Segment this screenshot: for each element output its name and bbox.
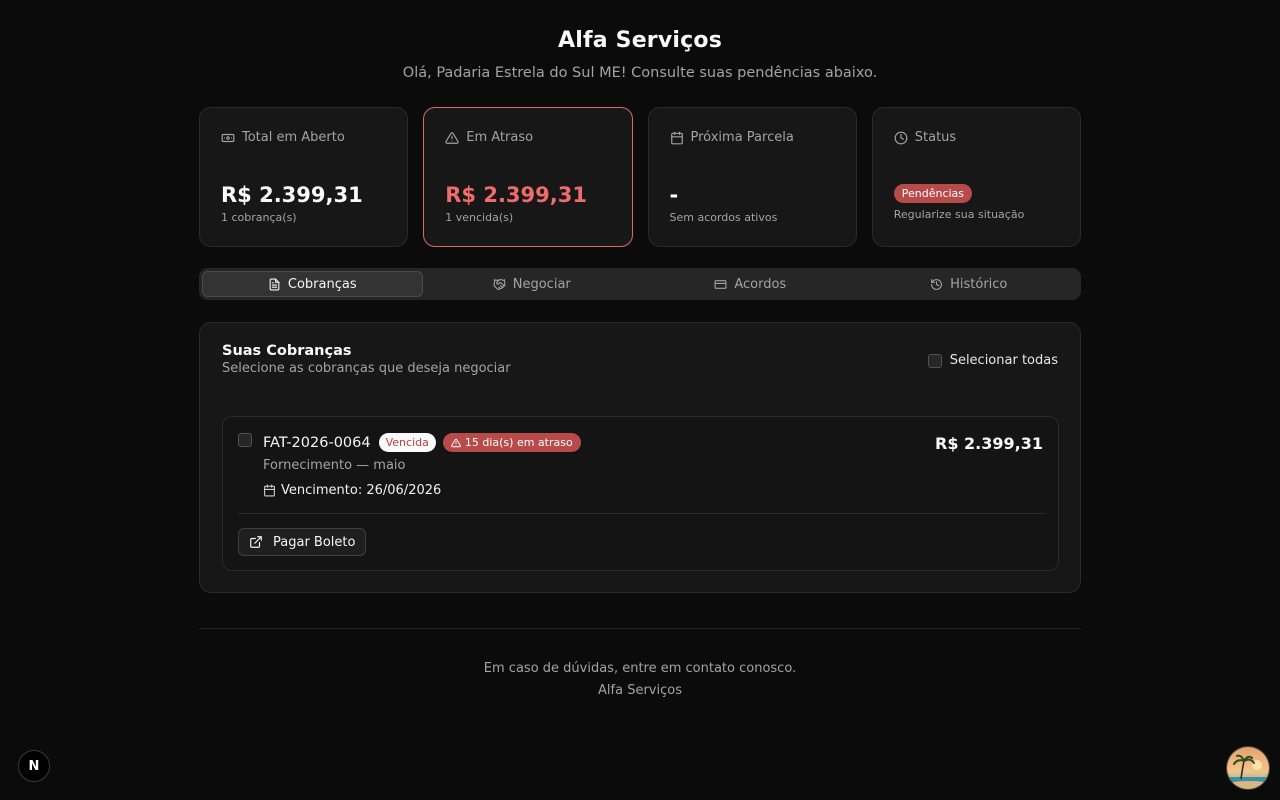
footer-divider [199, 628, 1081, 629]
page-subtitle: Olá, Padaria Estrela do Sul ME! Consulte… [402, 65, 878, 81]
pay-boleto-label: Pagar Boleto [273, 534, 356, 550]
tab-label: Negociar [512, 276, 571, 292]
charge-description: Fornecimento — maio [263, 458, 406, 473]
charge-item: FAT-2026-0064 Vencida 15 dia(s) em atras… [222, 416, 1059, 571]
summary-cards: Total em Aberto R$ 2.399,31 1 cobrança(s… [199, 107, 1081, 247]
money-icon [221, 133, 235, 142]
next-installment-sub: Sem acordos ativos [669, 211, 778, 224]
charge-due-text: Vencimento: 26/06/2026 [281, 483, 442, 498]
total-open-value: R$ 2.399,31 [221, 183, 363, 207]
clock-icon [894, 131, 908, 144]
select-all-label: Selecionar todas [949, 353, 1058, 368]
tab-cobrancas[interactable]: Cobranças [202, 271, 423, 297]
panel-subtitle: Selecione as cobranças que deseja negoci… [222, 361, 511, 376]
calendar-icon [670, 131, 683, 144]
charges-panel: Suas Cobranças Selecione as cobranças qu… [199, 322, 1081, 593]
total-open-label: Total em Aberto [242, 130, 345, 145]
overdue-sub: 1 vencida(s) [445, 211, 514, 224]
total-open-sub: 1 cobrança(s) [221, 211, 297, 224]
tab-bar: Cobranças Negociar Acordos Histórico [199, 268, 1081, 300]
select-all-toggle[interactable]: Selecionar todas [927, 353, 1058, 368]
select-all-checkbox[interactable] [927, 353, 942, 368]
status-badge: Pendências [893, 184, 973, 203]
status-card: Status Pendências Regularize sua situaçã… [871, 107, 1081, 247]
charge-checkbox[interactable] [238, 433, 252, 447]
footer: Em caso de dúvidas, entre em contato con… [0, 658, 1280, 702]
tab-label: Cobranças [287, 276, 357, 292]
next-installment-card: Próxima Parcela - Sem acordos ativos [647, 107, 857, 247]
tab-label: Histórico [950, 276, 1008, 292]
card-icon [714, 279, 727, 289]
status-label: Status [914, 130, 957, 145]
pay-boleto-button[interactable]: Pagar Boleto [238, 528, 367, 556]
tab-acordos[interactable]: Acordos [641, 271, 860, 297]
late-days-badge: 15 dia(s) em atraso [442, 433, 581, 452]
history-icon [931, 278, 942, 290]
status-sub: Regularize sua situação [893, 208, 1025, 221]
calendar-icon [264, 484, 275, 497]
overdue-label: Em Atraso [466, 130, 534, 145]
charge-due-date: Vencimento: 26/06/2026 [263, 483, 441, 498]
page-header: Alfa Serviços Olá, Padaria Estrela do Su… [0, 28, 1280, 81]
overdue-card: Em Atraso R$ 2.399,31 1 vencida(s) [423, 107, 633, 247]
tab-negociar[interactable]: Negociar [423, 271, 642, 297]
external-link-icon [250, 536, 262, 548]
charge-status-badge: Vencida [378, 433, 436, 452]
beach-avatar-icon [1227, 747, 1269, 789]
next-installment-label: Próxima Parcela [690, 130, 794, 145]
footer-company: Alfa Serviços [598, 683, 682, 698]
total-open-card: Total em Aberto R$ 2.399,31 1 cobrança(s… [199, 107, 409, 247]
late-days-text: 15 dia(s) em atraso [464, 436, 573, 449]
handshake-icon [493, 278, 506, 290]
overdue-value: R$ 2.399,31 [445, 183, 587, 207]
tab-historico[interactable]: Histórico [860, 271, 1079, 297]
avatar[interactable] [1226, 746, 1270, 790]
alert-triangle-icon [445, 131, 459, 144]
file-icon [269, 278, 280, 290]
panel-title: Suas Cobranças [222, 343, 352, 359]
item-divider [238, 513, 1045, 514]
dev-tools-button[interactable]: N [18, 750, 50, 782]
next-installment-value: - [669, 183, 679, 207]
footer-help-text: Em caso de dúvidas, entre em contato con… [483, 661, 797, 676]
alert-triangle-icon [451, 438, 461, 447]
page-title: Alfa Serviços [558, 28, 722, 53]
tab-label: Acordos [734, 276, 787, 292]
charge-amount: R$ 2.399,31 [935, 434, 1043, 453]
charge-code: FAT-2026-0064 [263, 434, 371, 451]
